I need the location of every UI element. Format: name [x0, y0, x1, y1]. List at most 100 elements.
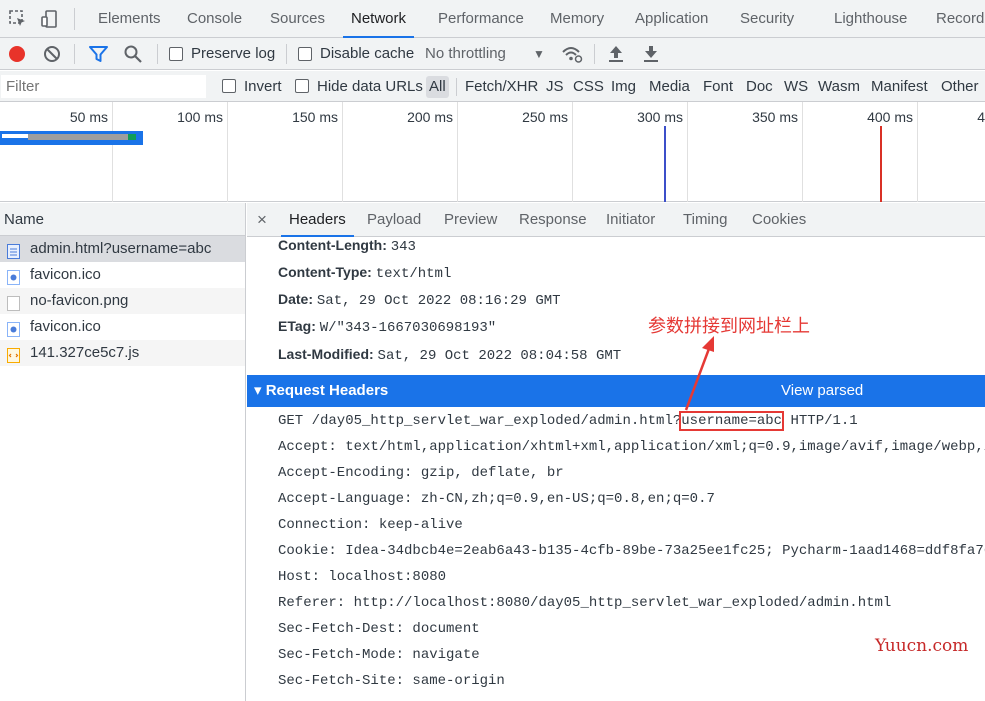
filter-type-ws[interactable]: WS: [784, 76, 808, 98]
request-row[interactable]: favicon.ico: [0, 314, 245, 340]
request-row[interactable]: admin.html?username=abc: [0, 236, 245, 262]
filter-type-wasm[interactable]: Wasm: [818, 76, 860, 98]
request-header-line: Accept-Language: zh-CN,zh;q=0.9,en-US;q=…: [278, 491, 715, 507]
request-header-line: Sec-Fetch-Mode: navigate: [278, 647, 480, 663]
timeline-tick: 50 ms: [69, 109, 108, 125]
network-overview-timeline[interactable]: 50 ms 100 ms 150 ms 200 ms 250 ms 300 ms…: [0, 102, 985, 202]
filter-type-all[interactable]: All: [426, 76, 449, 98]
script-icon: [7, 346, 20, 363]
close-icon[interactable]: ×: [257, 203, 267, 237]
highlighted-query-param: username=abc: [679, 411, 785, 431]
name-column-header[interactable]: Name: [0, 203, 245, 236]
image-icon: [7, 320, 20, 337]
throttling-select[interactable]: No throttling: [425, 44, 506, 64]
tab-application[interactable]: Application: [635, 0, 708, 38]
toolbar-divider: [74, 44, 75, 64]
timeline-tick: 250 ms: [522, 109, 568, 125]
network-conditions-icon[interactable]: [561, 44, 583, 67]
request-line: GET /day05_http_servlet_war_exploded/adm…: [278, 411, 858, 431]
timeline-gridline: [227, 102, 228, 202]
hide-data-urls-checkbox[interactable]: [295, 79, 309, 93]
filter-type-other[interactable]: Other: [941, 76, 979, 98]
device-toolbar-icon[interactable]: [40, 9, 60, 29]
response-header-row: Content-Type: text/html: [278, 264, 451, 282]
filter-input[interactable]: [1, 75, 206, 98]
tab-elements[interactable]: Elements: [98, 0, 161, 38]
request-header-line: Connection: keep-alive: [278, 517, 463, 533]
filter-type-css[interactable]: CSS: [573, 76, 604, 98]
filter-type-img[interactable]: Img: [611, 76, 636, 98]
tab-preview[interactable]: Preview: [444, 203, 497, 237]
tab-recorder[interactable]: Recorder: [936, 0, 985, 38]
invert-checkbox[interactable]: [222, 79, 236, 93]
filter-type-media[interactable]: Media: [649, 76, 690, 98]
request-header-line: Cookie: Idea-34dbcb4e=2eab6a43-b135-4cfb…: [278, 543, 985, 559]
request-row[interactable]: no-favicon.png: [0, 288, 245, 314]
export-har-icon[interactable]: [642, 44, 660, 67]
tab-sources[interactable]: Sources: [270, 0, 325, 38]
tab-payload[interactable]: Payload: [367, 203, 421, 237]
details-tab-bar: × Headers Payload Preview Response Initi…: [247, 203, 985, 237]
import-har-icon[interactable]: [607, 44, 625, 67]
request-header-line: Referer: http://localhost:8080/day05_htt…: [278, 595, 892, 611]
tab-response[interactable]: Response: [519, 203, 587, 237]
timeline-gridline: [802, 102, 803, 202]
timeline-tick: 300 ms: [637, 109, 683, 125]
request-headers-title: ▾ Request Headers: [254, 382, 389, 399]
inspect-element-icon[interactable]: [8, 9, 28, 29]
preserve-log-label: Preserve log: [191, 45, 276, 62]
header-key: Last-Modified:: [278, 346, 374, 362]
tab-network[interactable]: Network: [342, 0, 415, 38]
request-header-line: Sec-Fetch-Site: same-origin: [278, 673, 505, 689]
filter-type-manifest[interactable]: Manifest: [871, 76, 928, 98]
disable-cache-checkbox[interactable]: [298, 47, 312, 61]
timeline-tick: 4: [977, 109, 985, 125]
timeline-tick: 150 ms: [292, 109, 338, 125]
timeline-tick: 350 ms: [752, 109, 798, 125]
record-icon[interactable]: [9, 46, 25, 62]
annotation-label: 参数拼接到网址栏上: [648, 316, 810, 337]
tab-timing[interactable]: Timing: [683, 203, 727, 237]
search-icon[interactable]: [123, 44, 143, 67]
request-headers-section[interactable]: ▾ Request Headers View parsed: [247, 375, 985, 407]
disable-cache-label: Disable cache: [320, 45, 415, 62]
filter-type-js[interactable]: JS: [546, 76, 564, 98]
request-row[interactable]: 141.327ce5c7.js: [0, 340, 245, 366]
filter-type-font[interactable]: Font: [703, 76, 733, 98]
watermark: Yuucn.com: [875, 636, 969, 656]
request-row[interactable]: favicon.ico: [0, 262, 245, 288]
request-header-line: Host: localhost:8080: [278, 569, 447, 585]
header-value: Sat, 29 Oct 2022 08:04:58 GMT: [377, 348, 622, 364]
header-key: ETag:: [278, 318, 316, 334]
timeline-tick: 200 ms: [407, 109, 453, 125]
dom-content-loaded-marker: [664, 126, 666, 202]
request-name: no-favicon.png: [30, 292, 129, 309]
timeline-gridline: [687, 102, 688, 202]
tab-memory[interactable]: Memory: [550, 0, 604, 38]
timeline-tick: 100 ms: [177, 109, 223, 125]
filter-type-fetch-xhr[interactable]: Fetch/XHR: [465, 76, 538, 98]
preserve-log-checkbox[interactable]: [169, 47, 183, 61]
filter-icon[interactable]: [89, 45, 108, 66]
header-value: Sat, 29 Oct 2022 08:16:29 GMT: [316, 293, 561, 309]
tab-security[interactable]: Security: [740, 0, 794, 38]
filter-type-doc[interactable]: Doc: [746, 76, 773, 98]
hide-data-urls-label: Hide data URLs: [317, 78, 423, 95]
request-name: favicon.ico: [30, 318, 101, 335]
tab-lighthouse[interactable]: Lighthouse: [834, 0, 907, 38]
request-list: Name admin.html?username=abc favicon.ico…: [0, 203, 246, 701]
clear-icon[interactable]: [43, 45, 61, 66]
tab-performance[interactable]: Performance: [438, 0, 524, 38]
tab-cookies[interactable]: Cookies: [752, 203, 806, 237]
view-parsed-link[interactable]: View parsed: [781, 375, 863, 407]
tab-headers[interactable]: Headers: [281, 203, 354, 237]
toolbar-divider: [286, 44, 287, 64]
tab-initiator[interactable]: Initiator: [606, 203, 655, 237]
chevron-down-icon[interactable]: ▼: [533, 44, 545, 64]
response-header-row: Last-Modified: Sat, 29 Oct 2022 08:04:58…: [278, 346, 621, 364]
request-name: admin.html?username=abc: [30, 240, 212, 257]
header-value: W/"343-1667030698193": [319, 320, 497, 336]
tab-console[interactable]: Console: [187, 0, 242, 38]
toolbar-divider: [594, 44, 595, 64]
header-value: 343: [390, 239, 416, 255]
